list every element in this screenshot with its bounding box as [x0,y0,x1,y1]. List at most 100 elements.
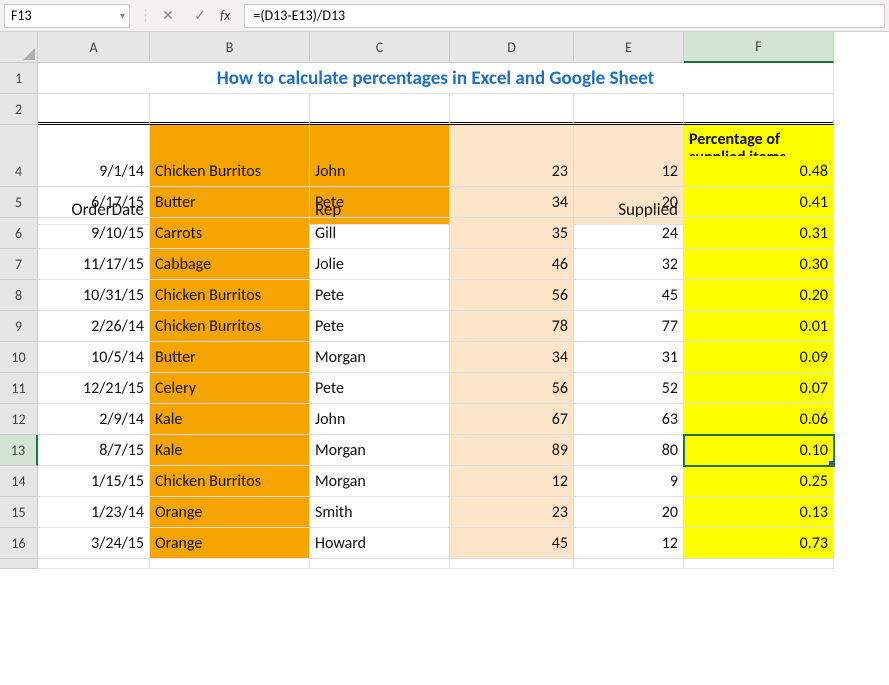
cell-C15[interactable]: Smith [310,497,450,528]
cell-D14[interactable]: 12 [450,466,574,497]
cell-C8[interactable]: Pete [310,280,450,311]
cell-B13[interactable]: Kale [150,435,310,466]
cell-F13[interactable]: 0.10 [684,435,834,466]
cell-F14[interactable]: 0.25 [684,466,834,497]
cell-E8[interactable]: 45 [574,280,684,311]
cell-A4[interactable]: 9/1/14 [38,156,150,187]
cell-A9[interactable]: 2/26/14 [38,311,150,342]
cell-E6[interactable]: 24 [574,218,684,249]
cell-A5[interactable]: 6/17/15 [38,187,150,218]
cell-A16[interactable]: 3/24/15 [38,528,150,559]
cell-B14[interactable]: Chicken Burritos [150,466,310,497]
cell-B2[interactable] [150,94,310,125]
cell-E7[interactable]: 32 [574,249,684,280]
cell-B9[interactable]: Chicken Burritos [150,311,310,342]
cell-E16[interactable]: 12 [574,528,684,559]
cell-C10[interactable]: Morgan [310,342,450,373]
row-header-15[interactable]: 15 [0,497,38,528]
cell-A13[interactable]: 8/7/15 [38,435,150,466]
cell-D6[interactable]: 35 [450,218,574,249]
cell-row17[interactable] [574,559,684,569]
cell-E4[interactable]: 12 [574,156,684,187]
cell-E12[interactable]: 63 [574,404,684,435]
cell-A10[interactable]: 10/5/14 [38,342,150,373]
cell-A11[interactable]: 12/21/15 [38,373,150,404]
cell-F5[interactable]: 0.41 [684,187,834,218]
cell-C11[interactable]: Pete [310,373,450,404]
cell-C6[interactable]: Gill [310,218,450,249]
col-header-B[interactable]: B [150,32,310,63]
cell-B11[interactable]: Celery [150,373,310,404]
cell-D10[interactable]: 34 [450,342,574,373]
cell-B4[interactable]: Chicken Burritos [150,156,310,187]
cell-D2[interactable] [450,94,574,125]
cell-row17[interactable] [310,559,450,569]
cell-F10[interactable]: 0.09 [684,342,834,373]
spreadsheet-grid[interactable]: A B C D E F 1 How to calculate percentag… [0,32,889,590]
cell-E15[interactable]: 20 [574,497,684,528]
cell-F7[interactable]: 0.30 [684,249,834,280]
name-box[interactable]: F13 ▾ [4,4,130,28]
cell-A7[interactable]: 11/17/15 [38,249,150,280]
formula-input[interactable]: =(D13-E13)/D13 [244,4,885,28]
cell-C7[interactable]: Jolie [310,249,450,280]
cell-D8[interactable]: 56 [450,280,574,311]
cell-F16[interactable]: 0.73 [684,528,834,559]
cell-F4[interactable]: 0.48 [684,156,834,187]
row-header-1[interactable]: 1 [0,63,38,94]
cell-D13[interactable]: 89 [450,435,574,466]
row-header-10[interactable]: 10 [0,342,38,373]
col-header-F[interactable]: F [684,32,834,63]
cell-A14[interactable]: 1/15/15 [38,466,150,497]
cell-E13[interactable]: 80 [574,435,684,466]
cell-A2[interactable] [38,94,150,125]
row-header-8[interactable]: 8 [0,280,38,311]
cell-A8[interactable]: 10/31/15 [38,280,150,311]
cell-F11[interactable]: 0.07 [684,373,834,404]
row-header-7[interactable]: 7 [0,249,38,280]
cell-E14[interactable]: 9 [574,466,684,497]
cell-F8[interactable]: 0.20 [684,280,834,311]
cell-D16[interactable]: 45 [450,528,574,559]
confirm-icon[interactable]: ✓ [188,4,212,28]
cell-A15[interactable]: 1/23/14 [38,497,150,528]
cell-D4[interactable]: 23 [450,156,574,187]
col-header-A[interactable]: A [38,32,150,63]
cell-A6[interactable]: 9/10/15 [38,218,150,249]
cell-B10[interactable]: Butter [150,342,310,373]
row-header-9[interactable]: 9 [0,311,38,342]
cell-B12[interactable]: Kale [150,404,310,435]
cell-row17[interactable] [150,559,310,569]
cell-C4[interactable]: John [310,156,450,187]
cell-D15[interactable]: 23 [450,497,574,528]
cell-D5[interactable]: 34 [450,187,574,218]
cell-D12[interactable]: 67 [450,404,574,435]
cell-C14[interactable]: Morgan [310,466,450,497]
cell-B16[interactable]: Orange [150,528,310,559]
title-cell[interactable]: How to calculate percentages in Excel an… [38,63,834,94]
cell-D11[interactable]: 56 [450,373,574,404]
cell-C9[interactable]: Pete [310,311,450,342]
cell-E5[interactable]: 20 [574,187,684,218]
cell-E9[interactable]: 77 [574,311,684,342]
fx-icon[interactable]: fx [220,7,230,24]
cell-B6[interactable]: Carrots [150,218,310,249]
cell-C16[interactable]: Howard [310,528,450,559]
cell-F15[interactable]: 0.13 [684,497,834,528]
cell-C5[interactable]: Pete [310,187,450,218]
cell-D9[interactable]: 78 [450,311,574,342]
cell-B8[interactable]: Chicken Burritos [150,280,310,311]
row-header-2[interactable]: 2 [0,94,38,125]
row-header-12[interactable]: 12 [0,404,38,435]
row-header-6[interactable]: 6 [0,218,38,249]
cell-E10[interactable]: 31 [574,342,684,373]
cell-F6[interactable]: 0.31 [684,218,834,249]
cancel-icon[interactable]: ✕ [156,4,180,28]
cell-B15[interactable]: Orange [150,497,310,528]
cell-B7[interactable]: Cabbage [150,249,310,280]
cell-F9[interactable]: 0.01 [684,311,834,342]
cell-row17[interactable] [38,559,150,569]
cell-B5[interactable]: Butter [150,187,310,218]
col-header-E[interactable]: E [574,32,684,63]
cell-E2[interactable] [574,94,684,125]
